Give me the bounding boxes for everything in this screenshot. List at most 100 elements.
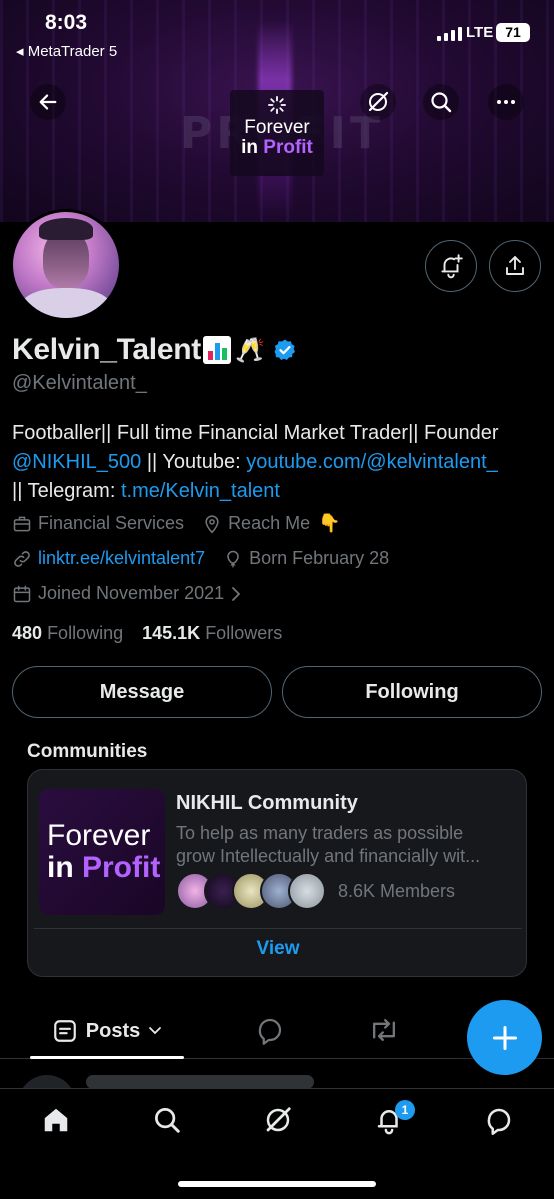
chevron-down-icon bbox=[149, 1027, 162, 1035]
posts-icon bbox=[53, 1020, 76, 1042]
profile-name-row: Kelvin_Talent 🥂 bbox=[12, 333, 297, 367]
website-link[interactable]: linktr.ee/kelvintalent7 bbox=[38, 548, 205, 569]
chevron-right-icon bbox=[232, 586, 241, 601]
profile-avatar[interactable] bbox=[10, 209, 122, 321]
briefcase-icon bbox=[13, 516, 31, 531]
share-button[interactable] bbox=[489, 240, 541, 292]
grok-button[interactable] bbox=[360, 84, 396, 120]
link-icon bbox=[14, 550, 30, 567]
category-text: Financial Services bbox=[38, 513, 185, 533]
banner-logo-in: in bbox=[241, 137, 264, 158]
profile-meta-row-1: Financial Services Reach Me 👇 bbox=[12, 513, 359, 534]
bio-text: || Youtube: bbox=[141, 451, 247, 473]
compose-post-button[interactable] bbox=[467, 1000, 542, 1075]
birthday-item: Born February 28 bbox=[223, 548, 389, 569]
more-options-button[interactable] bbox=[488, 84, 524, 120]
community-card[interactable]: Forever in Profit NIKHIL Community To he… bbox=[27, 769, 527, 977]
back-to-app-link[interactable]: ◂ MetaTrader 5 bbox=[16, 42, 117, 60]
community-image: Forever in Profit bbox=[39, 789, 165, 915]
status-bar: 8:03 ◂ MetaTrader 5 LTE 71 bbox=[0, 0, 554, 70]
message-button[interactable]: Message bbox=[12, 666, 272, 718]
profile-name: Kelvin_Talent bbox=[12, 333, 201, 366]
avatar-shirt bbox=[21, 288, 111, 318]
joined-item[interactable]: Joined November 2021 bbox=[12, 583, 248, 604]
signal-icon bbox=[437, 27, 462, 41]
following-count: 480 bbox=[12, 623, 43, 643]
more-horizontal-icon bbox=[497, 100, 515, 104]
messages-icon[interactable] bbox=[484, 1105, 514, 1135]
community-image-in: in bbox=[47, 851, 82, 884]
location-text: Reach Me bbox=[228, 513, 311, 533]
battery-indicator: 71 bbox=[496, 23, 530, 42]
following-stat[interactable]: 480 Following bbox=[12, 623, 123, 643]
communities-heading: Communities bbox=[27, 741, 148, 762]
balloon-icon bbox=[227, 550, 239, 567]
search-icon bbox=[431, 92, 452, 113]
home-indicator[interactable] bbox=[178, 1181, 376, 1187]
community-image-line1: Forever bbox=[47, 819, 151, 852]
home-icon[interactable] bbox=[41, 1105, 71, 1135]
active-tab-indicator bbox=[30, 1056, 184, 1059]
spinner-icon bbox=[268, 96, 286, 114]
banner-logo: Forever in Profit bbox=[230, 90, 324, 176]
grok-icon[interactable] bbox=[263, 1105, 293, 1135]
banner-logo-line2: in Profit bbox=[241, 138, 313, 158]
member-avatar bbox=[288, 872, 326, 910]
search-button[interactable] bbox=[423, 84, 459, 120]
community-description: To help as many traders as possible grow… bbox=[176, 822, 512, 868]
arrow-left-icon bbox=[39, 94, 57, 110]
birthday-text: Born February 28 bbox=[249, 548, 390, 568]
network-type: LTE bbox=[466, 24, 494, 41]
bio-text: Footballer|| Full time Financial Market … bbox=[12, 422, 499, 444]
following-button[interactable]: Following bbox=[282, 666, 542, 718]
location-pin-icon bbox=[205, 514, 219, 533]
back-button[interactable] bbox=[30, 84, 66, 120]
bio-telegram-link[interactable]: t.me/Kelvin_talent bbox=[121, 480, 280, 502]
replies-tab-icon[interactable] bbox=[255, 1015, 285, 1045]
calendar-icon bbox=[13, 585, 31, 602]
bar-chart-emoji-icon bbox=[202, 336, 231, 364]
followers-count: 145.1K bbox=[142, 623, 201, 643]
grok-icon bbox=[368, 91, 389, 112]
profile-meta-row-3[interactable]: Joined November 2021 bbox=[12, 583, 266, 604]
follow-stats: 480 Following 145.1K Followers bbox=[12, 623, 282, 644]
banner-logo-line1: Forever bbox=[244, 117, 310, 138]
community-desc-line1: To help as many traders as possible bbox=[176, 823, 464, 843]
view-community-button[interactable]: View bbox=[28, 938, 528, 960]
community-desc-line2: grow Intellectually and financially wit.… bbox=[176, 846, 481, 866]
joined-text: Joined November 2021 bbox=[38, 583, 225, 603]
pointing-down-emoji: 👇 bbox=[318, 513, 341, 534]
following-label: Following bbox=[47, 623, 124, 643]
verified-badge-icon[interactable] bbox=[273, 338, 297, 362]
location-item: Reach Me 👇 bbox=[202, 513, 341, 534]
notify-button[interactable] bbox=[425, 240, 477, 292]
share-icon bbox=[506, 256, 524, 275]
followers-label: Followers bbox=[205, 623, 283, 643]
website-item[interactable]: linktr.ee/kelvintalent7 bbox=[12, 548, 205, 569]
profile-meta-row-2: linktr.ee/kelvintalent7 Born February 28 bbox=[12, 548, 407, 569]
card-divider bbox=[34, 928, 522, 929]
post-text-placeholder bbox=[86, 1075, 314, 1089]
notification-badge: 1 bbox=[395, 1100, 415, 1120]
tab-posts-label: Posts bbox=[85, 1019, 141, 1042]
profile-handle: @Kelvintalent_ bbox=[12, 372, 147, 394]
tab-posts[interactable]: Posts bbox=[30, 1003, 184, 1059]
followers-stat[interactable]: 145.1K Followers bbox=[142, 623, 282, 643]
reposts-tab-icon[interactable] bbox=[368, 1015, 400, 1045]
avatar-hair bbox=[39, 218, 93, 240]
community-image-profit: Profit bbox=[82, 851, 161, 884]
banner-logo-profit: Profit bbox=[263, 137, 313, 158]
search-icon[interactable] bbox=[152, 1105, 182, 1135]
community-members: 8.6K Members bbox=[176, 872, 455, 910]
bio-text: || Telegram: bbox=[12, 480, 121, 502]
avatar-image bbox=[13, 212, 119, 318]
bell-plus-icon bbox=[441, 254, 463, 279]
bio-mention-link[interactable]: @NIKHIL_500 bbox=[12, 451, 141, 473]
plus-icon bbox=[492, 1025, 517, 1050]
profile-bio: Footballer|| Full time Financial Market … bbox=[12, 419, 542, 506]
cheers-emoji: 🥂 bbox=[234, 336, 265, 364]
category-item: Financial Services bbox=[12, 513, 184, 534]
community-image-line2: in Profit bbox=[47, 852, 165, 884]
members-count: 8.6K Members bbox=[338, 880, 456, 901]
bio-youtube-link[interactable]: youtube.com/@kelvintalent_ bbox=[246, 451, 498, 473]
